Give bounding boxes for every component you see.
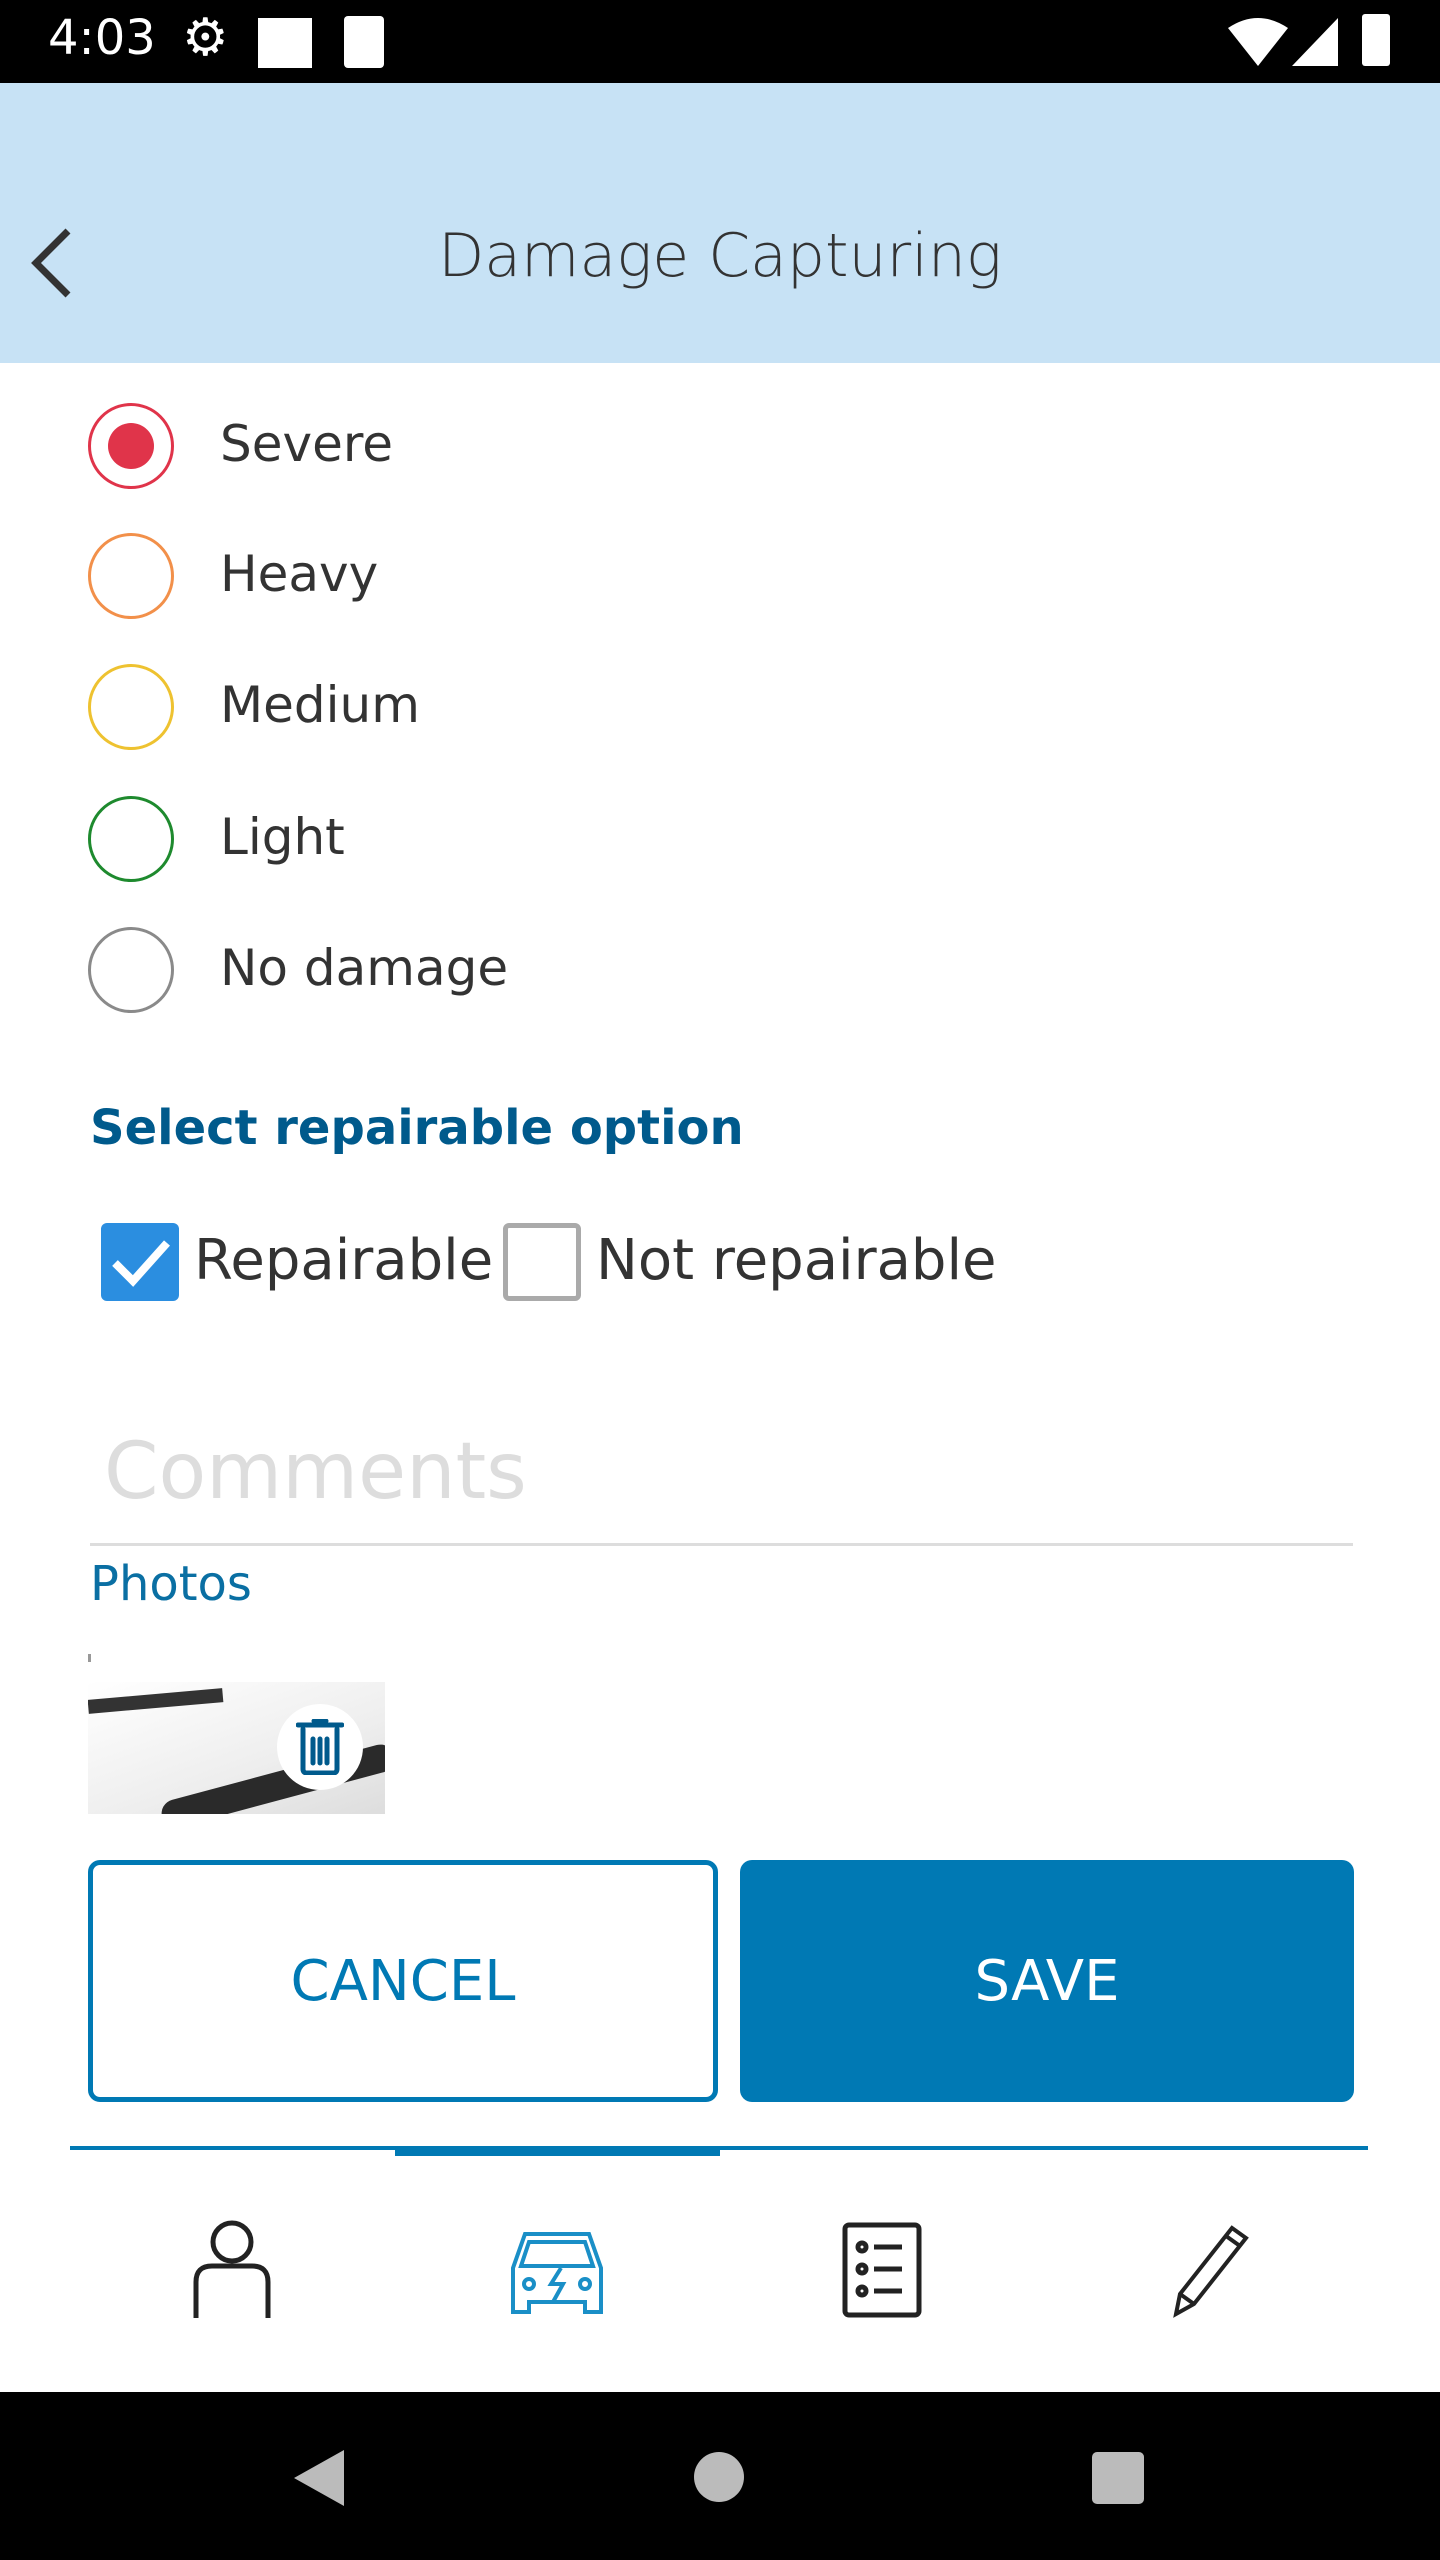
checklist-icon[interactable] (842, 2222, 922, 2318)
page-title: Damage Capturing (438, 221, 1002, 291)
not-repairable-checkbox[interactable] (503, 1223, 581, 1301)
delete-photo-button[interactable] (277, 1704, 363, 1790)
person-icon[interactable] (190, 2220, 274, 2320)
cancel-button[interactable]: CANCEL (88, 1860, 718, 2102)
photos-label: Photos (90, 1556, 252, 1612)
status-bar: 4:03 ⚙ (0, 0, 1440, 83)
radio-heavy[interactable] (88, 533, 174, 619)
radio-label[interactable]: Medium (220, 675, 420, 735)
system-nav-bar (0, 2392, 1440, 2560)
app-bar: Damage Capturing (0, 83, 1440, 363)
back-icon[interactable] (290, 2448, 346, 2508)
not-repairable-label[interactable]: Not repairable (596, 1228, 996, 1293)
active-tab-indicator (395, 2146, 720, 2156)
photo-thumbnail[interactable] (88, 1682, 385, 1814)
radio-label[interactable]: Light (220, 807, 345, 867)
radio-medium[interactable] (88, 664, 174, 750)
check-icon (112, 1240, 170, 1287)
repairable-heading: Select repairable option (90, 1100, 744, 1156)
radio-no-damage[interactable] (88, 927, 174, 1013)
pen-icon[interactable] (1166, 2224, 1250, 2318)
photo-caption-mark (88, 1654, 91, 1662)
radio-label[interactable]: Severe (220, 414, 393, 474)
recents-icon[interactable] (1092, 2452, 1144, 2504)
radio-light[interactable] (88, 796, 174, 882)
repairable-label[interactable]: Repairable (194, 1228, 493, 1293)
repairable-checkbox[interactable] (101, 1223, 179, 1301)
save-button[interactable]: SAVE (740, 1860, 1354, 2102)
radio-dot (108, 423, 154, 469)
status-time: 4:03 (48, 10, 156, 66)
signal-icon (1292, 18, 1338, 66)
settings-icon: ⚙ (182, 8, 229, 68)
home-icon[interactable] (694, 2452, 744, 2502)
trash-icon (296, 1719, 344, 1775)
radio-label[interactable]: No damage (220, 938, 508, 998)
sd-card-icon (344, 16, 384, 68)
battery-icon (1362, 14, 1390, 66)
comments-input[interactable] (90, 1400, 1353, 1546)
radio-severe[interactable] (88, 403, 174, 489)
wifi-icon (1228, 18, 1288, 66)
car-damage-icon[interactable] (505, 2228, 609, 2318)
sim-icon (258, 18, 312, 68)
radio-label[interactable]: Heavy (220, 544, 378, 604)
